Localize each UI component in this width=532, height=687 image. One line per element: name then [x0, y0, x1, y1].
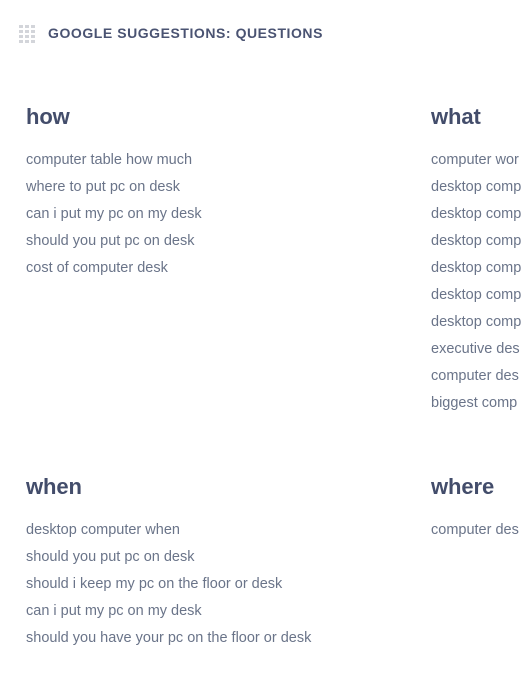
row-spacer [0, 417, 532, 476]
list-item[interactable]: desktop comp [431, 309, 532, 336]
list-item[interactable]: cost of computer desk [26, 255, 431, 282]
group-heading: how [26, 104, 70, 129]
group-list: computer wor desktop comp desktop comp d… [431, 147, 532, 417]
list-item[interactable]: desktop comp [431, 282, 532, 309]
suggestion-row-1: how computer table how much where to put… [0, 106, 532, 417]
group-heading: when [26, 474, 82, 499]
list-item[interactable]: should you put pc on desk [26, 228, 431, 255]
suggestions-content: how computer table how much where to put… [0, 48, 532, 687]
panel-header: GOOGLE SUGGESTIONS: QUESTIONS [0, 0, 532, 48]
list-item[interactable]: desktop comp [431, 174, 532, 201]
list-item[interactable]: executive des [431, 336, 532, 363]
content-top-spacer [0, 48, 532, 106]
list-item[interactable]: can i put my pc on my desk [26, 598, 431, 625]
list-item[interactable]: should i keep my pc on the floor or desk [26, 571, 431, 598]
suggestion-group-what: what computer wor desktop comp desktop c… [431, 106, 532, 417]
list-item[interactable]: should you have your pc on the floor or … [26, 625, 431, 652]
list-item[interactable]: desktop comp [431, 201, 532, 228]
google-suggestions-panel: GOOGLE SUGGESTIONS: QUESTIONS how comput… [0, 0, 532, 687]
group-list: computer table how much where to put pc … [26, 147, 431, 282]
list-item[interactable]: biggest comp [431, 390, 532, 417]
group-list: computer des [431, 517, 532, 544]
group-heading: where [431, 474, 495, 499]
grid-icon [19, 24, 35, 43]
list-item[interactable]: where to put pc on desk [26, 174, 431, 201]
list-item[interactable]: desktop computer when [26, 517, 431, 544]
list-item[interactable]: desktop comp [431, 255, 532, 282]
group-list: desktop computer when should you put pc … [26, 517, 431, 652]
list-item[interactable]: computer des [431, 363, 532, 390]
suggestion-group-when: when desktop computer when should you pu… [26, 476, 431, 652]
list-item[interactable]: desktop comp [431, 228, 532, 255]
panel-title: GOOGLE SUGGESTIONS: QUESTIONS [48, 25, 323, 41]
suggestion-group-where: where computer des [431, 476, 532, 652]
group-heading: what [431, 104, 481, 129]
list-item[interactable]: computer wor [431, 147, 532, 174]
list-item[interactable]: computer table how much [26, 147, 431, 174]
list-item[interactable]: computer des [431, 517, 532, 544]
list-item[interactable]: can i put my pc on my desk [26, 201, 431, 228]
row-spacer [0, 652, 532, 687]
suggestion-group-how: how computer table how much where to put… [26, 106, 431, 417]
list-item[interactable]: should you put pc on desk [26, 544, 431, 571]
suggestion-row-2: when desktop computer when should you pu… [0, 476, 532, 652]
